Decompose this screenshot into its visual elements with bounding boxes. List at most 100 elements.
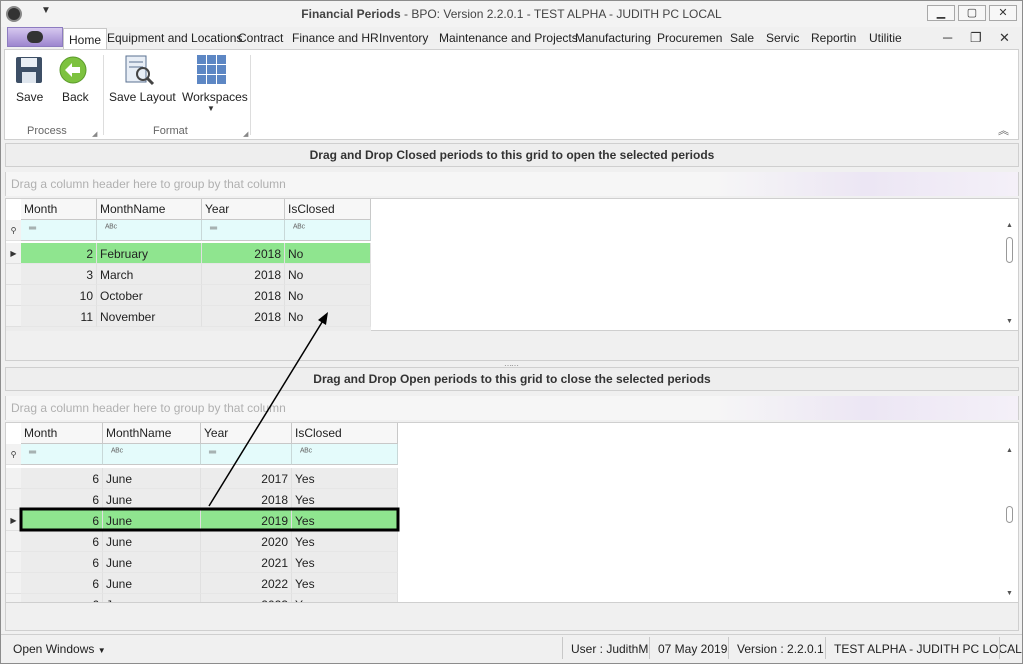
cell-year[interactable]: 2022 (201, 573, 292, 594)
cell-month[interactable]: 10 (21, 285, 97, 306)
tab-utilities[interactable]: Utilitie (869, 31, 902, 45)
cell-year[interactable]: 2018 (202, 285, 285, 306)
bottom-group-panel[interactable]: Drag a column header here to group by th… (5, 396, 1019, 420)
cell-monthname[interactable]: June (103, 552, 201, 573)
filter-month[interactable]: ═ (21, 444, 103, 465)
cell-month[interactable]: 6 (21, 594, 103, 602)
cell-isclosed[interactable]: No (285, 306, 371, 327)
cell-year[interactable]: 2018 (202, 243, 285, 264)
cell-monthname[interactable]: June (103, 573, 201, 594)
mdi-restore-icon[interactable]: ❐ (970, 30, 982, 46)
cell-isclosed[interactable]: Yes (292, 489, 398, 510)
tab-contract[interactable]: Contract (238, 31, 283, 45)
cell-monthname[interactable]: October (97, 285, 202, 306)
filter-isclosed[interactable]: ᴬᴮᶜ (285, 220, 371, 241)
cell-monthname[interactable]: June (103, 594, 201, 602)
scroll-thumb[interactable] (1006, 237, 1013, 263)
cell-isclosed[interactable]: Yes (292, 468, 398, 489)
group-launcher-icon[interactable]: ◢ (92, 130, 97, 138)
cell-year[interactable]: 2019 (201, 510, 292, 531)
back-button[interactable] (58, 55, 88, 85)
cell-monthname[interactable]: June (103, 531, 201, 552)
top-grid-scrollbar[interactable]: ▲ ▼ (1004, 220, 1016, 330)
cell-monthname[interactable]: February (97, 243, 202, 264)
cell-year[interactable]: 2023 (201, 594, 292, 602)
workspaces-button[interactable] (196, 54, 228, 86)
cell-year[interactable]: 2021 (201, 552, 292, 573)
open-windows-menu[interactable]: Open Windows ▼ (13, 642, 106, 656)
column-header-month[interactable]: Month (21, 199, 97, 220)
save-button[interactable] (14, 55, 44, 85)
cell-month[interactable]: 6 (21, 573, 103, 594)
cell-isclosed[interactable]: Yes (292, 531, 398, 552)
tab-reporting[interactable]: Reportin (811, 31, 856, 45)
cell-isclosed[interactable]: No (285, 243, 371, 264)
cell-isclosed[interactable]: Yes (292, 594, 398, 602)
cell-isclosed[interactable]: Yes (292, 510, 398, 531)
cell-year[interactable]: 2020 (201, 531, 292, 552)
column-header-monthname[interactable]: MonthName (103, 423, 201, 444)
maximize-button[interactable]: ▢ (958, 5, 986, 21)
column-header-year[interactable]: Year (201, 423, 292, 444)
cell-isclosed[interactable]: Yes (292, 552, 398, 573)
cell-month[interactable]: 6 (21, 468, 103, 489)
cell-month[interactable]: 3 (21, 264, 97, 285)
close-button[interactable]: ✕ (989, 5, 1017, 21)
cell-month[interactable]: 11 (21, 306, 97, 327)
cell-month[interactable]: 2 (21, 243, 97, 264)
minimize-button[interactable]: ▁ (927, 5, 955, 21)
group-launcher-icon[interactable]: ◢ (243, 130, 248, 138)
cell-isclosed[interactable]: Yes (292, 573, 398, 594)
cell-monthname[interactable]: March (97, 264, 202, 285)
filter-month[interactable]: ═ (21, 220, 97, 241)
cell-year[interactable]: 2018 (202, 306, 285, 327)
cell-monthname[interactable]: June (103, 489, 201, 510)
filter-year[interactable]: ═ (201, 444, 292, 465)
cell-month[interactable]: 6 (21, 510, 103, 531)
bottom-grid-scrollbar[interactable]: ▲ ▼ (1004, 444, 1016, 602)
filter-monthname[interactable]: ᴬᴮᶜ (103, 444, 201, 465)
scroll-thumb[interactable] (1006, 506, 1013, 523)
tab-manufacturing[interactable]: Manufacturing (575, 31, 651, 45)
top-grid[interactable]: Month MonthName Year IsClosed ⚲ ═ ᴬᴮᶜ ═ … (5, 198, 1019, 331)
save-layout-button[interactable] (123, 54, 155, 86)
bottom-grid[interactable]: Month MonthName Year IsClosed ⚲ ═ ᴬᴮᶜ ═ … (5, 422, 1019, 603)
scroll-up-icon[interactable]: ▲ (1006, 447, 1013, 454)
column-header-monthname[interactable]: MonthName (97, 199, 202, 220)
cell-monthname[interactable]: June (103, 468, 201, 489)
scroll-down-icon[interactable]: ▼ (1006, 318, 1013, 325)
tab-service[interactable]: Servic (766, 31, 799, 45)
cell-year[interactable]: 2017 (201, 468, 292, 489)
cell-year[interactable]: 2018 (202, 264, 285, 285)
tab-finance-and-hr[interactable]: Finance and HR (292, 31, 379, 45)
cell-month[interactable]: 6 (21, 531, 103, 552)
tab-sales[interactable]: Sale (730, 31, 754, 45)
column-header-isclosed[interactable]: IsClosed (285, 199, 371, 220)
tab-procurement[interactable]: Procuremen (657, 31, 722, 45)
tab-maintenance-and-projects[interactable]: Maintenance and Projects (439, 31, 578, 45)
cell-isclosed[interactable]: No (285, 285, 371, 306)
cell-isclosed[interactable]: No (285, 264, 371, 285)
scroll-down-icon[interactable]: ▼ (1006, 590, 1013, 597)
filter-monthname[interactable]: ᴬᴮᶜ (97, 220, 202, 241)
column-header-year[interactable]: Year (202, 199, 285, 220)
mdi-close-icon[interactable]: ✕ (999, 30, 1010, 46)
workspaces-dropdown-icon[interactable]: ▼ (207, 104, 215, 113)
cell-monthname[interactable]: June (103, 510, 201, 531)
cell-month[interactable]: 6 (21, 489, 103, 510)
top-group-panel[interactable]: Drag a column header here to group by th… (5, 172, 1019, 196)
filter-isclosed[interactable]: ᴬᴮᶜ (292, 444, 398, 465)
tab-inventory[interactable]: Inventory (379, 31, 428, 45)
scroll-up-icon[interactable]: ▲ (1006, 222, 1013, 229)
tab-equipment-and-locations[interactable]: Equipment and Locations (107, 31, 242, 45)
mdi-minimize-icon[interactable]: ─ (943, 30, 952, 45)
application-menu-button[interactable] (7, 27, 63, 47)
cell-monthname[interactable]: November (97, 306, 202, 327)
column-header-isclosed[interactable]: IsClosed (292, 423, 398, 444)
cell-month[interactable]: 6 (21, 552, 103, 573)
filter-year[interactable]: ═ (202, 220, 285, 241)
cell-year[interactable]: 2018 (201, 489, 292, 510)
collapse-ribbon-icon[interactable]: ︽ (998, 122, 1009, 138)
column-header-month[interactable]: Month (21, 423, 103, 444)
tab-home[interactable]: Home (63, 28, 108, 50)
